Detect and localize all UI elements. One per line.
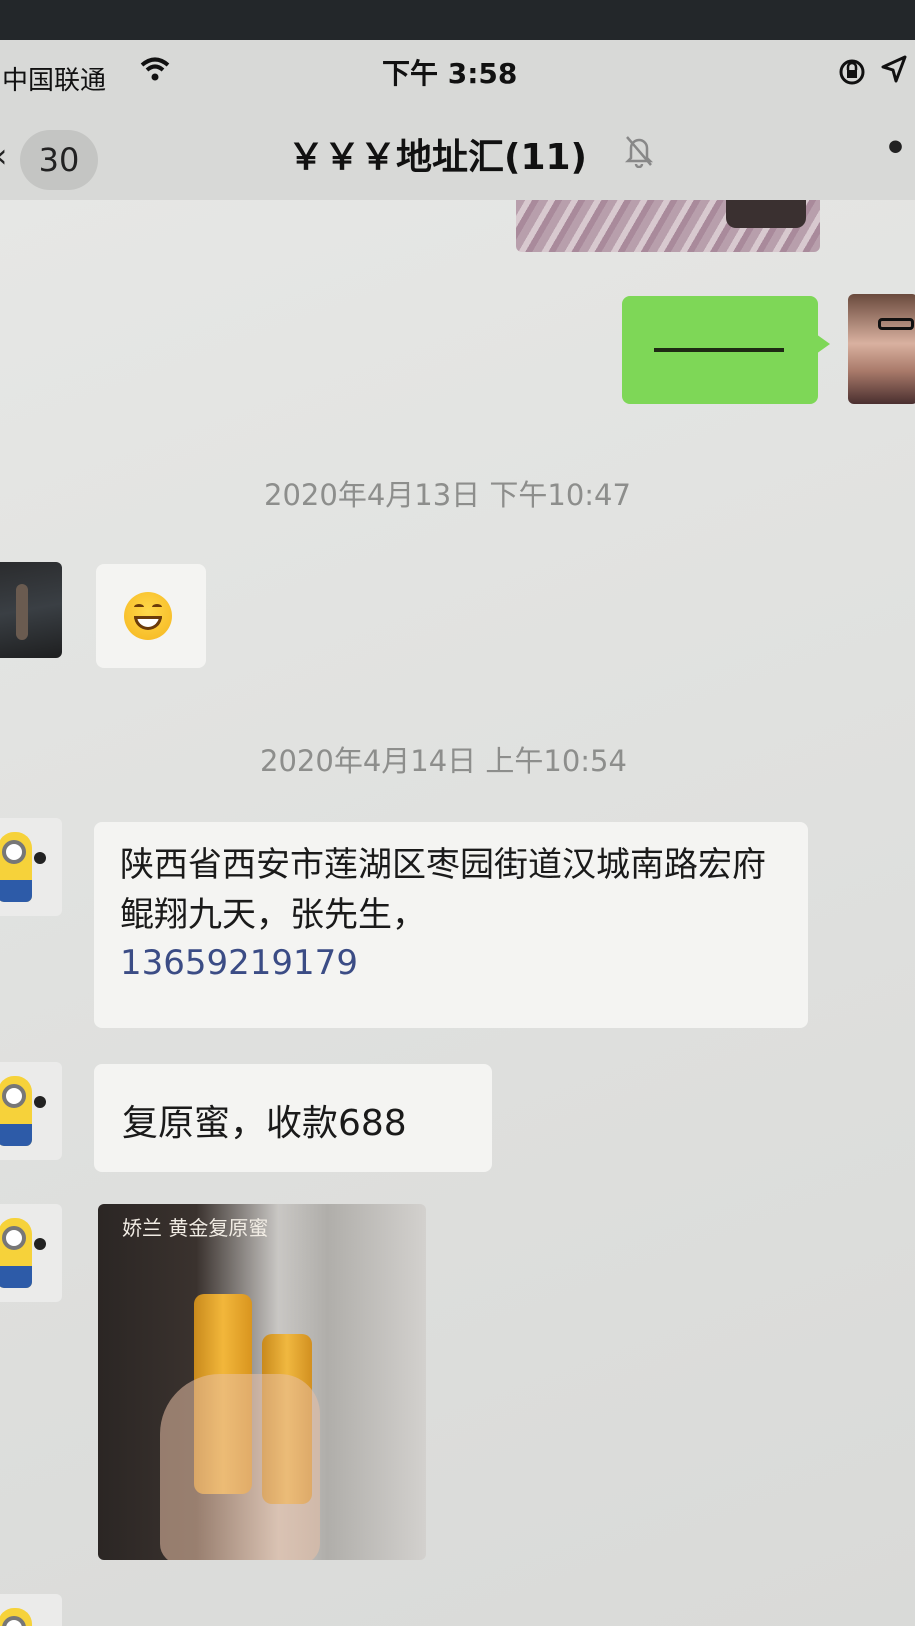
product-image-message[interactable]: 娇兰 黄金复原蜜 (98, 1204, 426, 1560)
avatar-minion[interactable] (0, 1594, 62, 1626)
message-timestamp: 2020年4月13日 下午10:47 (264, 478, 631, 512)
message-list[interactable]: 2020年4月13日 下午10:47 2020年4月14日 上午10:54 陕西… (0, 200, 915, 1626)
hand-image (160, 1374, 320, 1560)
address-text: 陕西省西安市莲湖区枣园街道汉城南路宏府鲲翔九天，张先生， (120, 845, 766, 935)
avatar-minion[interactable] (0, 818, 62, 916)
avatar-sender-photo[interactable] (0, 562, 62, 658)
status-bar: 中国联通 下午 3:58 (0, 40, 915, 100)
address-message-bubble[interactable]: 陕西省西安市莲湖区枣园街道汉城南路宏府鲲翔九天，张先生， 13659219179 (94, 822, 808, 1028)
clock: 下午 3:58 (382, 57, 518, 90)
avatar-minion[interactable] (0, 1204, 62, 1302)
bell-slash-icon (624, 134, 654, 172)
avatar-minion[interactable] (0, 1062, 62, 1160)
rotation-lock-icon (838, 58, 866, 90)
chat-header: ‹ 30 ￥￥￥地址汇(11) •• (0, 100, 915, 200)
message-timestamp: 2020年4月14日 上午10:54 (260, 744, 627, 778)
chevron-left-icon[interactable]: ‹ (0, 136, 8, 176)
phone-number-link[interactable]: 13659219179 (120, 940, 782, 986)
dash-line (654, 348, 784, 352)
emoji-message-bubble[interactable] (96, 564, 206, 668)
device-bezel (0, 0, 915, 40)
chat-title: ￥￥￥地址汇(11) (288, 137, 588, 178)
payment-message-bubble[interactable]: 复原蜜，收款688 (94, 1064, 492, 1172)
ellipsis-icon[interactable]: •• (884, 128, 915, 169)
wifi-icon (140, 56, 170, 86)
location-arrow-icon (880, 54, 908, 88)
outgoing-message-bubble[interactable] (622, 296, 830, 404)
image-caption: 娇兰 黄金复原蜜 (122, 1216, 269, 1240)
unread-count-badge[interactable]: 30 (20, 130, 98, 190)
carrier-label: 中国联通 (2, 66, 107, 96)
image-message-partial[interactable] (516, 200, 820, 252)
payment-text: 复原蜜，收款688 (122, 1103, 407, 1144)
avatar-self[interactable] (848, 294, 915, 404)
grinning-emoji-icon (124, 592, 172, 640)
